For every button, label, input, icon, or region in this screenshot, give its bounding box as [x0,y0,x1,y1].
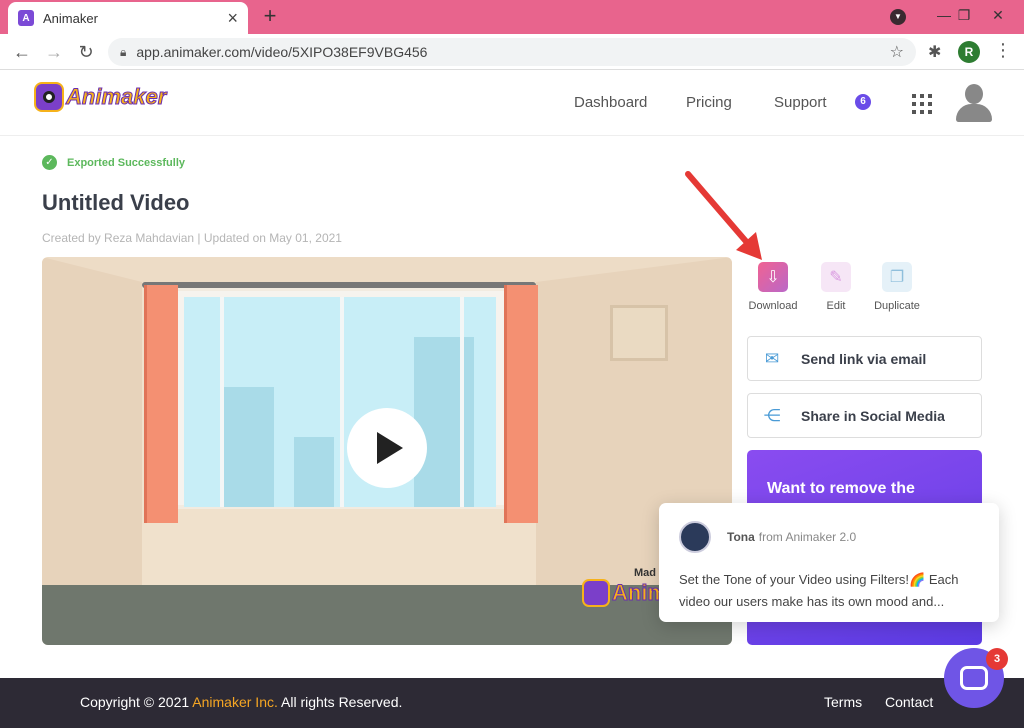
tab-title: Animaker [43,10,98,26]
nav-support[interactable]: Support [774,94,827,111]
contact-link[interactable]: Contact [885,694,933,710]
browser-toolbar: ← → ↻ 🔒︎ app.animaker.com/video/5XIPO38E… [0,34,1024,70]
send-email-button[interactable]: ✉ Send link via email [747,336,982,381]
animaker-logo[interactable]: Animaker [34,82,167,112]
agent-source: from Animaker 2.0 [758,530,857,544]
logo-mascot-icon [34,82,64,112]
browser-menu-icon[interactable]: ⋮ [994,40,1012,61]
lock-icon: 🔒︎ [120,44,127,59]
wall-clock [610,305,668,361]
browser-tabbar: A Animaker × + ▼ — ❐ ✕ [0,0,1024,34]
agent-name: Tona [727,530,755,544]
page-title: Untitled Video [42,190,190,215]
envelope-icon: ✉ [764,348,780,368]
back-icon[interactable]: ← [10,40,34,64]
share-social-button[interactable]: ⋲ Share in Social Media [747,393,982,438]
chat-popup[interactable]: Tona from Animaker 2.0 Set the Tone of y… [659,503,999,622]
duplicate-icon[interactable]: ❐ [882,262,912,292]
agent-avatar [679,521,711,553]
browser-tab[interactable]: A Animaker × [8,2,248,34]
left-curtain [144,285,178,523]
export-status-text: Exported Successfully [67,156,185,169]
video-preview[interactable]: Mad Anim [42,257,732,645]
window-close-icon[interactable]: ✕ [978,0,1018,30]
play-button[interactable] [347,408,427,488]
site-header: Animaker Dashboard Pricing Support 6 [0,70,1024,136]
unread-count-badge: 3 [986,648,1008,670]
right-curtain [504,285,538,523]
forward-icon[interactable]: → [42,40,66,64]
copyright-suffix: All rights Reserved. [281,694,403,710]
nav-pricing[interactable]: Pricing [686,94,732,111]
chat-launcher-button[interactable]: 3 [944,648,1008,708]
copyright-prefix: Copyright © 2021 [80,694,190,710]
pencil-icon[interactable]: ✎ [821,262,851,292]
send-email-label: Send link via email [801,350,927,367]
notification-badge[interactable]: 6 [855,94,871,110]
extensions-icon[interactable]: ✱ [928,42,941,62]
apps-grid-icon[interactable] [912,94,932,114]
user-avatar-icon[interactable] [954,84,994,124]
share-icon: ⋲ [763,405,781,425]
edit-action[interactable]: ✎ Edit [806,262,866,312]
new-tab-button[interactable]: + [258,4,282,28]
duplicate-label: Duplicate [874,300,920,312]
close-tab-icon[interactable]: × [227,9,238,27]
share-social-label: Share in Social Media [801,407,945,424]
company-link[interactable]: Animaker Inc. [192,694,278,710]
download-label: Download [748,300,798,312]
animaker-watermark: Mad Anim [582,567,668,607]
terms-link[interactable]: Terms [824,694,862,710]
site-footer: Copyright © 2021 Animaker Inc. All right… [0,678,1024,728]
duplicate-action[interactable]: ❐ Duplicate [867,262,927,312]
promo-text: Want to remove the [767,480,915,497]
watermark-made-text: Mad [634,567,656,579]
export-status: ✓ Exported Successfully [42,155,185,170]
annotation-arrow [685,171,762,260]
play-icon [377,432,403,464]
video-meta: Created by Reza Mahdavian | Updated on M… [42,231,342,245]
profile-avatar[interactable]: R [958,41,980,63]
chat-bubble-icon [960,666,988,690]
nav-dashboard[interactable]: Dashboard [574,94,647,111]
logo-text: Animaker [65,84,167,110]
window-illustration [172,287,508,509]
address-bar[interactable]: 🔒︎ app.animaker.com/video/5XIPO38EF9VBG4… [108,38,916,66]
curtain-rod [142,282,536,288]
bookmark-star-icon[interactable]: ☆ [890,42,904,62]
download-icon[interactable]: ⇩ [758,262,788,292]
watermark-mascot-icon [582,579,610,607]
edit-label: Edit [826,300,846,312]
animaker-favicon-icon: A [18,10,34,26]
reload-icon[interactable]: ↻ [74,40,98,64]
copyright: Copyright © 2021 Animaker Inc. All right… [80,694,402,710]
download-action[interactable]: ⇩ Download [743,262,803,312]
chat-message: Set the Tone of your Video using Filters… [679,572,959,609]
url-text[interactable]: app.animaker.com/video/5XIPO38EF9VBG456 [136,44,889,60]
check-circle-icon: ✓ [42,155,57,170]
tab-search-icon[interactable]: ▼ [890,9,906,25]
